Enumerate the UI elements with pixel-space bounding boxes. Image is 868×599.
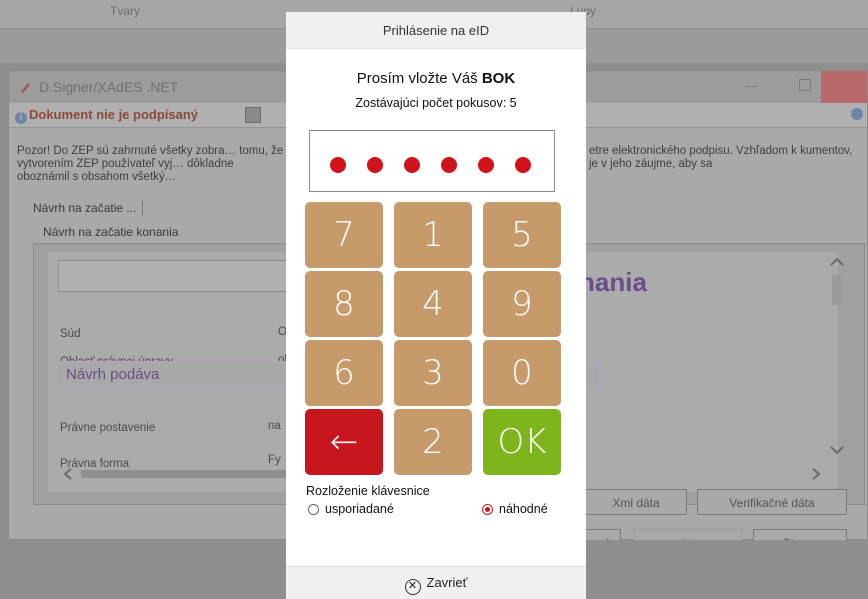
status-text: Dokument nie je podpísaný — [29, 107, 199, 122]
subtab-document[interactable]: Návrh na začatie konania — [43, 225, 178, 239]
dialog-title: Prihlásenie na eID — [286, 12, 586, 49]
backspace-key[interactable]: ← — [305, 409, 383, 475]
digit-key-1[interactable]: 1 — [394, 202, 472, 268]
digit-key-5[interactable]: 5 — [483, 202, 561, 268]
chevron-up-icon — [830, 257, 844, 266]
xml-data-button[interactable]: Xml dáta — [585, 489, 687, 515]
row-label: Súd — [60, 328, 81, 340]
scroll-thumb — [832, 275, 842, 305]
warning-text: Pozor! Do ZEP sú zahrnuté všetky zobra… … — [17, 145, 284, 183]
pin-dot — [515, 157, 531, 173]
pin-dot — [478, 157, 494, 173]
prompt-text: Prosím vložte Váš — [356, 70, 482, 87]
close-dialog-button[interactable]: ✕ Zavrieť — [286, 566, 586, 599]
ok-key[interactable]: OK — [483, 409, 561, 475]
signer-title: D.Signer/XAdES .NET — [39, 79, 179, 95]
chevron-left-icon — [63, 468, 72, 480]
pin-prompt: Prosím vložte Váš BOK — [286, 70, 586, 87]
section-title: Návrh podáva — [66, 366, 160, 383]
close-icon: ✕ — [404, 579, 421, 595]
digit-key-6[interactable]: 6 — [305, 340, 383, 406]
info-icon: i — [15, 112, 27, 124]
layout-option-label: usporiadané — [325, 502, 394, 516]
warning-text-right: etre elektronického podpisu. Vzhľadom k … — [589, 145, 853, 170]
vertical-scrollbar[interactable] — [825, 251, 849, 481]
pin-display — [309, 130, 555, 192]
digit-key-7[interactable]: 7 — [305, 202, 383, 268]
digit-key-0[interactable]: 0 — [483, 340, 561, 406]
digit-key-9[interactable]: 9 — [483, 271, 561, 337]
layout-option-label: náhodné — [499, 502, 548, 516]
row-value: na — [268, 420, 281, 432]
radio-icon[interactable] — [482, 504, 493, 515]
attempts-value: 5 — [509, 96, 517, 110]
digit-key-3[interactable]: 3 — [394, 340, 472, 406]
eid-login-dialog: Prihlásenie na eID Prosím vložte Váš BOK… — [286, 12, 586, 599]
digit-key-8[interactable]: 8 — [305, 271, 383, 337]
column-header: Tvary — [110, 4, 140, 18]
layout-option-ordered[interactable]: usporiadané — [308, 502, 394, 516]
digit-key-2[interactable]: 2 — [394, 409, 472, 475]
minimize-icon[interactable] — [745, 86, 757, 87]
pin-dot — [330, 157, 346, 173]
pin-dot — [404, 157, 420, 173]
pin-dot — [441, 157, 457, 173]
keyboard-layout-label: Rozloženie klávesnice — [306, 484, 430, 498]
layout-option-random[interactable]: náhodné — [482, 502, 548, 516]
maximize-icon[interactable] — [799, 79, 811, 91]
scroll-thumb — [81, 470, 291, 478]
chevron-down-icon — [830, 446, 844, 455]
tab-document[interactable]: Návrh na začatie ... — [33, 201, 144, 215]
signature-status: i Dokument nie je podpísaný — [15, 107, 198, 124]
verification-data-button[interactable]: Verifikačné dáta — [697, 489, 847, 515]
pin-dot — [367, 157, 383, 173]
info-icon[interactable] — [851, 108, 863, 120]
close-window-button[interactable] — [821, 71, 867, 103]
chevron-right-icon — [812, 468, 821, 480]
row-label: Právne postavenie — [60, 422, 156, 434]
close-label: Zavrieť — [426, 575, 468, 590]
save-icon[interactable] — [245, 107, 261, 123]
remaining-attempts: Zostávajúci počet pokusov: 5 — [286, 96, 586, 110]
attempts-label: Zostávajúci počet pokusov: — [355, 96, 507, 110]
pen-icon — [21, 83, 30, 93]
digit-key-4[interactable]: 4 — [394, 271, 472, 337]
prompt-pin-type: BOK — [481, 70, 516, 87]
radio-icon[interactable] — [308, 504, 319, 515]
